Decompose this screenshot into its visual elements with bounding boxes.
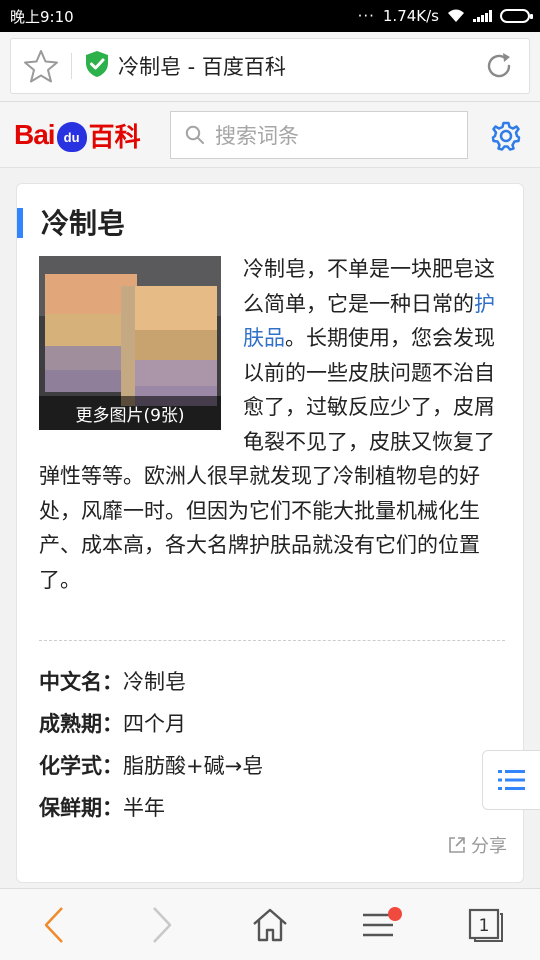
- secure-shield-icon: [84, 50, 110, 82]
- forward-button[interactable]: [122, 895, 202, 955]
- battery-icon: [500, 9, 533, 23]
- status-bar: 晚上9:10 ··· 1.74K/s: [0, 0, 540, 32]
- info-row: 保鲜期： 半年: [39, 786, 499, 828]
- info-key: 化学式：: [39, 754, 123, 778]
- share-label: 分享: [471, 836, 507, 857]
- back-button[interactable]: [14, 895, 94, 955]
- tabs-button[interactable]: 1: [446, 895, 526, 955]
- home-icon: [253, 908, 287, 941]
- article-card: 冷制皂 冷制皂，不单是一块肥皂这么简单，它是一种日常的护肤品。长期使用，您会发现…: [16, 183, 524, 883]
- url-divider: [71, 53, 72, 79]
- more-images-caption[interactable]: 更多图片(9张): [39, 396, 221, 430]
- chevron-left-icon: [44, 906, 63, 943]
- status-right: ··· 1.74K/s: [357, 7, 533, 25]
- logo-baike: 百科: [88, 121, 141, 152]
- search-icon: [185, 125, 204, 144]
- baidu-baike-logo[interactable]: Bai du 百科: [14, 110, 141, 160]
- address-box[interactable]: 冷制皂 - 百度百科: [10, 38, 530, 94]
- title-accent-bar: [17, 208, 23, 238]
- gear-icon[interactable]: [490, 120, 522, 156]
- table-of-contents-button[interactable]: [482, 750, 540, 810]
- info-row: 成熟期： 四个月: [39, 702, 499, 744]
- soap-image[interactable]: 更多图片(9张): [39, 256, 221, 430]
- wifi-icon: [448, 9, 464, 22]
- page-title-in-url[interactable]: 冷制皂 - 百度百科: [118, 51, 469, 81]
- baike-header: Bai du 百科 搜索词条: [0, 102, 540, 168]
- bookmark-star-icon[interactable]: [11, 49, 71, 83]
- info-value: 半年: [123, 796, 165, 820]
- search-placeholder: 搜索词条: [215, 124, 299, 148]
- info-row: 化学式： 脂肪酸+碱→皂: [39, 744, 499, 786]
- summary-text-1: 冷制皂，不单是一块肥皂这么简单，它是一种日常的: [243, 257, 495, 316]
- network-speed: 1.74K/s: [382, 7, 439, 25]
- status-dots: ···: [357, 7, 375, 25]
- info-value: 四个月: [123, 712, 186, 736]
- info-value: 脂肪酸+碱→皂: [123, 754, 264, 778]
- status-time: 晚上9:10: [10, 7, 74, 26]
- search-input[interactable]: 搜索词条: [170, 111, 468, 159]
- share-icon: [449, 837, 465, 853]
- info-row: 中文名： 冷制皂: [39, 660, 499, 702]
- browser-bottom-nav: 1: [0, 888, 540, 960]
- tab-count: 1: [479, 916, 490, 936]
- signal-icon: [473, 10, 492, 22]
- reload-icon[interactable]: [469, 50, 529, 82]
- info-key: 成熟期：: [39, 712, 123, 736]
- info-key: 保鲜期：: [39, 796, 123, 820]
- menu-button[interactable]: [338, 895, 418, 955]
- info-value: 冷制皂: [123, 670, 186, 694]
- list-icon: [497, 770, 525, 790]
- share-button[interactable]: 分享: [447, 832, 507, 858]
- article-title: 冷制皂: [41, 207, 126, 240]
- chevron-right-icon: [153, 906, 172, 943]
- section-divider: [39, 640, 505, 641]
- basic-info: 中文名： 冷制皂 成熟期： 四个月 化学式： 脂肪酸+碱→皂 保鲜期： 半年: [39, 660, 499, 828]
- tabs-icon: 1: [468, 908, 503, 942]
- logo-bai: Bai: [14, 119, 56, 150]
- home-button[interactable]: [230, 895, 310, 955]
- notification-dot: [388, 906, 402, 921]
- info-key: 中文名：: [39, 670, 123, 694]
- logo-paw: du: [56, 122, 87, 152]
- browser-url-bar: 冷制皂 - 百度百科: [0, 32, 540, 102]
